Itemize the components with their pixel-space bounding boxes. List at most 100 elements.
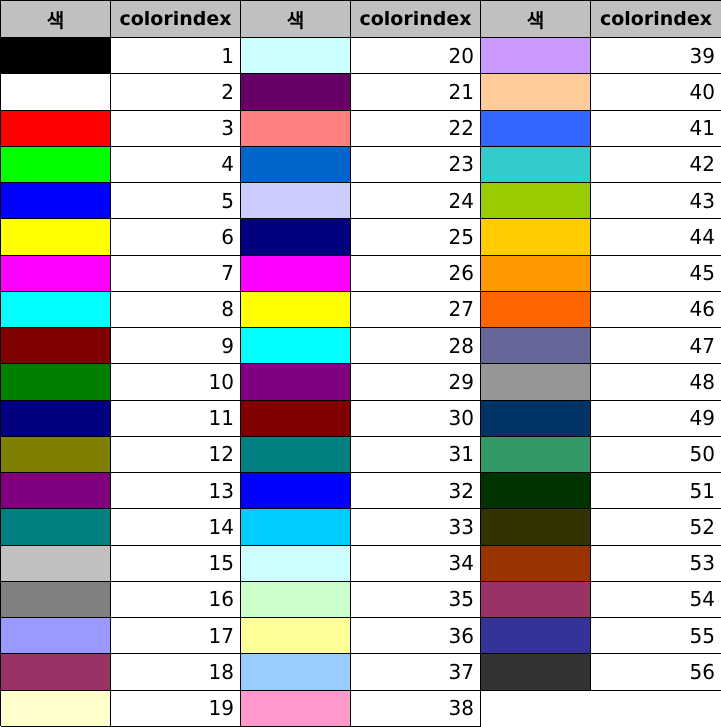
color-swatch — [241, 291, 351, 328]
colorindex-value: 13 — [111, 473, 241, 510]
colorindex-value: 4 — [111, 146, 241, 183]
color-swatch — [241, 183, 351, 220]
header-color: 색 — [1, 1, 111, 38]
colorindex-value: 34 — [351, 545, 481, 582]
colorindex-value: 12 — [111, 436, 241, 473]
color-swatch — [241, 436, 351, 473]
color-swatch — [1, 74, 111, 111]
color-swatch — [481, 255, 591, 292]
colorindex-value: 53 — [591, 545, 721, 582]
color-swatch — [1, 654, 111, 691]
color-swatch — [481, 219, 591, 256]
colorindex-value: 24 — [351, 183, 481, 220]
color-swatch — [481, 654, 591, 691]
colorindex-value: 47 — [591, 328, 721, 365]
header-color: 색 — [241, 1, 351, 38]
colorindex-value: 10 — [111, 364, 241, 401]
colorindex-value: 17 — [111, 618, 241, 655]
colorindex-value: 45 — [591, 255, 721, 292]
color-swatch — [1, 400, 111, 437]
colorindex-value: 39 — [591, 38, 721, 75]
color-swatch — [481, 146, 591, 183]
colorindex-value: 27 — [351, 291, 481, 328]
color-swatch — [241, 110, 351, 147]
colorindex-value: 29 — [351, 364, 481, 401]
colorindex-value: 3 — [111, 110, 241, 147]
empty-cell — [591, 690, 721, 727]
color-swatch — [241, 328, 351, 365]
colorindex-value: 1 — [111, 38, 241, 75]
color-swatch — [1, 618, 111, 655]
color-swatch — [1, 545, 111, 582]
color-swatch — [481, 473, 591, 510]
colorindex-value: 22 — [351, 110, 481, 147]
color-swatch — [481, 183, 591, 220]
color-swatch — [241, 545, 351, 582]
colorindex-value: 28 — [351, 328, 481, 365]
colorindex-value: 18 — [111, 654, 241, 691]
colorindex-value: 52 — [591, 509, 721, 546]
color-swatch — [1, 436, 111, 473]
colorindex-value: 50 — [591, 436, 721, 473]
colorindex-value: 49 — [591, 400, 721, 437]
colorindex-value: 7 — [111, 255, 241, 292]
color-swatch — [1, 110, 111, 147]
colorindex-value: 38 — [351, 690, 481, 727]
color-swatch — [241, 473, 351, 510]
colorindex-value: 44 — [591, 219, 721, 256]
color-swatch — [1, 183, 111, 220]
color-swatch — [1, 146, 111, 183]
color-swatch — [1, 291, 111, 328]
color-swatch — [241, 654, 351, 691]
color-swatch — [481, 110, 591, 147]
colorindex-value: 41 — [591, 110, 721, 147]
colorindex-value: 11 — [111, 400, 241, 437]
color-swatch — [1, 255, 111, 292]
color-swatch — [241, 400, 351, 437]
colorindex-value: 16 — [111, 581, 241, 618]
color-swatch — [481, 328, 591, 365]
color-swatch — [1, 219, 111, 256]
color-swatch — [481, 38, 591, 75]
colorindex-value: 20 — [351, 38, 481, 75]
header-colorindex: colorindex — [111, 1, 241, 38]
color-swatch — [241, 74, 351, 111]
colorindex-value: 21 — [351, 74, 481, 111]
color-swatch — [241, 38, 351, 75]
empty-cell — [481, 690, 591, 727]
color-swatch — [241, 146, 351, 183]
colorindex-value: 23 — [351, 146, 481, 183]
color-swatch — [481, 400, 591, 437]
color-swatch — [241, 255, 351, 292]
colorindex-value: 15 — [111, 545, 241, 582]
colorindex-value: 5 — [111, 183, 241, 220]
colorindex-value: 2 — [111, 74, 241, 111]
color-swatch — [481, 509, 591, 546]
colorindex-value: 32 — [351, 473, 481, 510]
colorindex-value: 33 — [351, 509, 481, 546]
header-colorindex: colorindex — [591, 1, 721, 38]
colorindex-value: 40 — [591, 74, 721, 111]
header-colorindex: colorindex — [351, 1, 481, 38]
colorindex-value: 54 — [591, 581, 721, 618]
colorindex-value: 43 — [591, 183, 721, 220]
color-swatch — [241, 690, 351, 727]
colorindex-value: 51 — [591, 473, 721, 510]
color-swatch — [241, 509, 351, 546]
color-swatch — [241, 364, 351, 401]
color-swatch — [241, 618, 351, 655]
color-swatch — [481, 74, 591, 111]
color-swatch — [241, 219, 351, 256]
color-swatch — [1, 509, 111, 546]
color-swatch — [1, 364, 111, 401]
colorindex-value: 56 — [591, 654, 721, 691]
color-swatch — [1, 38, 111, 75]
color-swatch — [481, 364, 591, 401]
colorindex-value: 25 — [351, 219, 481, 256]
colorindex-value: 26 — [351, 255, 481, 292]
colorindex-value: 31 — [351, 436, 481, 473]
colorindex-value: 19 — [111, 690, 241, 727]
colorindex-value: 55 — [591, 618, 721, 655]
color-swatch — [1, 328, 111, 365]
color-swatch — [1, 690, 111, 727]
